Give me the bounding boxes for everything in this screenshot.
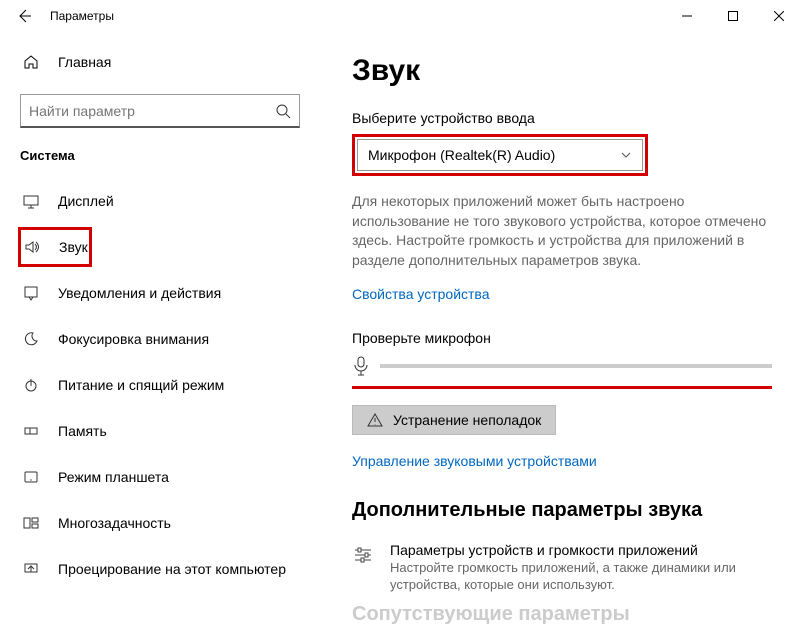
device-properties-link[interactable]: Свойства устройства — [352, 286, 772, 302]
page-heading: Звук — [352, 54, 772, 88]
storage-icon — [22, 423, 40, 439]
back-button[interactable] — [12, 4, 36, 28]
nav-item-label: Проецирование на этот компьютер — [58, 561, 286, 577]
nav-item-label: Питание и спящий режим — [58, 377, 224, 393]
sound-icon — [23, 239, 41, 255]
nav-item-label: Режим планшета — [58, 469, 169, 485]
mic-level-meter — [352, 356, 772, 389]
related-settings-partial: Сопутствующие параметры — [352, 603, 630, 626]
nav-item-label: Память — [58, 423, 107, 439]
nav-item-label: Уведомления и действия — [58, 285, 221, 301]
display-icon — [22, 193, 40, 209]
troubleshoot-label: Устранение неполадок — [393, 412, 541, 428]
nav-item-label: Дисплей — [58, 193, 114, 209]
advanced-heading: Дополнительные параметры звука — [352, 499, 772, 522]
input-device-label: Выберите устройство ввода — [352, 110, 772, 126]
close-button[interactable] — [756, 0, 802, 32]
nav-power[interactable]: Питание и спящий режим — [20, 365, 300, 405]
input-device-select[interactable]: Микрофон (Realtek(R) Audio) — [357, 139, 643, 171]
nav-notifications[interactable]: Уведомления и действия — [20, 273, 300, 313]
multitask-icon — [22, 515, 40, 531]
nav-focus[interactable]: Фокусировка внимания — [20, 319, 300, 359]
nav-display[interactable]: Дисплей — [20, 181, 300, 221]
warning-icon — [367, 412, 383, 428]
microphone-icon — [352, 356, 370, 376]
nav-item-label: Фокусировка внимания — [58, 331, 209, 347]
app-volume-settings[interactable]: Параметры устройств и громкости приложен… — [352, 542, 772, 594]
app-volume-desc: Настройте громкость приложений, а также … — [390, 560, 772, 594]
app-volume-title: Параметры устройств и громкости приложен… — [390, 542, 772, 558]
chevron-down-icon — [620, 149, 632, 161]
moon-icon — [22, 331, 40, 347]
nav-home-label: Главная — [58, 54, 111, 70]
nav-sound[interactable]: Звук — [18, 227, 92, 267]
home-icon — [22, 54, 40, 70]
troubleshoot-button[interactable]: Устранение неполадок — [352, 405, 556, 435]
notifications-icon — [22, 285, 40, 301]
nav-group-system: Система — [20, 148, 300, 163]
sliders-icon — [352, 542, 374, 594]
nav-storage[interactable]: Память — [20, 411, 300, 451]
input-device-value: Микрофон (Realtek(R) Audio) — [368, 147, 555, 163]
search-input[interactable] — [29, 103, 275, 119]
nav-home[interactable]: Главная — [20, 42, 300, 82]
power-icon — [22, 377, 40, 393]
maximize-button[interactable] — [710, 0, 756, 32]
search-icon — [275, 103, 291, 119]
nav-tablet[interactable]: Режим планшета — [20, 457, 300, 497]
window-title: Параметры — [50, 9, 114, 23]
nav-item-label: Многозадачность — [58, 515, 171, 531]
minimize-button[interactable] — [664, 0, 710, 32]
tablet-icon — [22, 469, 40, 485]
project-icon — [22, 561, 40, 577]
nav-project[interactable]: Проецирование на этот компьютер — [20, 549, 300, 589]
nav-item-label: Звук — [59, 239, 88, 255]
input-device-desc: Для некоторых приложений может быть наст… — [352, 192, 772, 270]
test-mic-label: Проверьте микрофон — [352, 330, 772, 346]
manage-devices-link[interactable]: Управление звуковыми устройствами — [352, 453, 772, 469]
search-box[interactable] — [20, 94, 300, 128]
nav-multitask[interactable]: Многозадачность — [20, 503, 300, 543]
